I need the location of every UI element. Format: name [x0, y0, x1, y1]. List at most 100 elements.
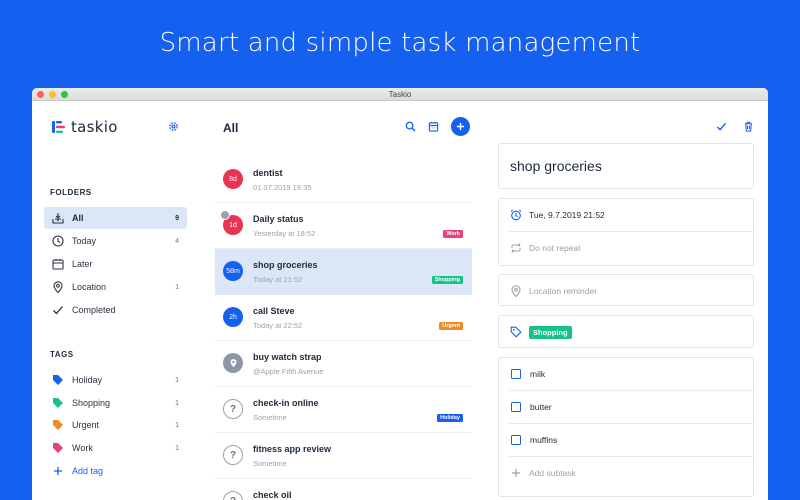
task-title-card[interactable]: shop groceries	[498, 143, 754, 189]
plus-icon	[456, 122, 465, 131]
task-row[interactable]: buy watch strap @Apple Fifth Avenue	[215, 341, 472, 387]
logo-icon	[52, 121, 65, 133]
task-row[interactable]: ? fitness app review Sometime	[215, 433, 472, 479]
minimize-window-button[interactable]	[49, 91, 56, 98]
task-subtitle: 01.07.2019 19:35	[253, 183, 312, 192]
folder-label: All	[72, 213, 84, 223]
alarm-clock-icon	[509, 208, 523, 222]
task-tag: Shopping	[431, 276, 463, 284]
task-subtitle: Sometime	[253, 413, 287, 422]
task-tag: Work	[443, 230, 463, 238]
task-title-field[interactable]: shop groceries	[499, 144, 753, 188]
calendar-icon	[51, 257, 65, 271]
trash-icon[interactable]	[743, 121, 754, 132]
task-title: fitness app review	[253, 444, 332, 454]
subtask-item[interactable]: muffins	[499, 424, 753, 456]
tag-chip[interactable]: Shopping	[529, 325, 572, 339]
settings-gear-icon[interactable]	[168, 121, 179, 132]
tag-label: Urgent	[72, 420, 100, 430]
folder-today[interactable]: Today 4	[44, 230, 187, 252]
location-reminder-text: Location reminder	[529, 286, 598, 296]
tag-count: 1	[175, 376, 179, 384]
subtask-checkbox[interactable]	[511, 435, 521, 445]
task-tag: Holiday	[437, 414, 463, 422]
task-subtitle: Yesterday at 18:52	[253, 229, 316, 238]
tags-heading: TAGS	[50, 350, 74, 359]
plus-icon	[51, 464, 65, 478]
app-logo: taskio	[52, 118, 118, 136]
plus-icon	[509, 466, 523, 480]
subtask-checkbox[interactable]	[511, 402, 521, 412]
folder-completed[interactable]: Completed	[44, 299, 187, 321]
task-title: dentist	[253, 168, 283, 178]
tag-shopping[interactable]: Shopping 1	[44, 392, 187, 414]
tag-count: 1	[175, 444, 179, 452]
someday-badge: ?	[223, 491, 243, 500]
folder-all[interactable]: All 9	[44, 207, 187, 229]
task-title: Daily status	[253, 214, 304, 224]
clock-icon	[51, 234, 65, 248]
folder-label: Today	[72, 236, 97, 246]
task-detail-pane: shop groceries Tue, 9.7.2019 21:52 Do no…	[498, 101, 754, 500]
close-window-button[interactable]	[37, 91, 44, 98]
tag-work[interactable]: Work 1	[44, 437, 187, 459]
folder-label: Later	[72, 259, 93, 269]
task-row[interactable]: 2h call Steve Today at 22:52 Urgent	[215, 295, 472, 341]
location-badge	[223, 353, 243, 373]
task-row[interactable]: ? check oil	[215, 479, 472, 500]
calendar-icon[interactable]	[428, 121, 439, 132]
folder-location[interactable]: Location 1	[44, 276, 187, 298]
subtask-item[interactable]: butter	[499, 391, 753, 423]
window-title: Taskio	[388, 90, 412, 99]
task-row-selected[interactable]: 58m shop groceries Today at 21:52 Shoppi…	[215, 249, 472, 295]
task-tag: Urgent	[439, 322, 463, 330]
due-badge: 58m	[223, 261, 243, 281]
task-subtitle: @Apple Fifth Avenue	[253, 367, 324, 376]
tag-icon	[51, 441, 65, 455]
folder-count: 9	[175, 214, 179, 222]
search-icon[interactable]	[405, 121, 416, 132]
task-title: shop groceries	[253, 260, 318, 270]
folder-label: Completed	[72, 305, 116, 315]
folder-count: 4	[175, 237, 179, 245]
add-tag-label: Add tag	[72, 466, 104, 476]
due-date-row[interactable]: Tue, 9.7.2019 21:52	[499, 199, 753, 231]
task-row[interactable]: ? check-in online Sometime Holiday	[215, 387, 472, 433]
add-tag-button[interactable]: Add tag	[44, 460, 187, 482]
someday-badge: ?	[223, 399, 243, 419]
tag-card[interactable]: Shopping	[498, 315, 754, 348]
task-subtitle: Sometime	[253, 459, 287, 468]
tag-urgent[interactable]: Urgent 1	[44, 414, 187, 436]
tag-count: 1	[175, 399, 179, 407]
subtask-item[interactable]: milk	[499, 358, 753, 390]
location-card[interactable]: Location reminder	[498, 274, 754, 306]
subtask-checkbox[interactable]	[511, 369, 521, 379]
title-bar: Taskio	[32, 88, 768, 101]
reminder-card: Tue, 9.7.2019 21:52 Do not repeat	[498, 198, 754, 266]
folder-later[interactable]: Later	[44, 253, 187, 275]
task-subtitle: Today at 22:52	[253, 321, 303, 330]
location-pin-icon	[230, 359, 236, 368]
due-badge: 2h	[223, 307, 243, 327]
add-subtask-button[interactable]: Add subtask	[499, 457, 753, 489]
add-task-button[interactable]	[451, 117, 470, 136]
tag-holiday[interactable]: Holiday 1	[44, 369, 187, 391]
zoom-window-button[interactable]	[61, 91, 68, 98]
subtask-label: muffins	[530, 435, 558, 445]
tag-label: Shopping	[72, 398, 111, 408]
task-row[interactable]: 8d dentist 01.07.2019 19:35	[215, 157, 472, 203]
task-title: call Steve	[253, 306, 295, 316]
repeat-text: Do not repeat	[529, 243, 581, 253]
tag-count: 1	[175, 421, 179, 429]
hero-headline: Smart and simple task management	[159, 28, 641, 58]
due-date-text: Tue, 9.7.2019 21:52	[529, 210, 605, 220]
app-window: Taskio taskio FOLDERS All 9 Today 4 Late…	[32, 88, 768, 500]
folder-label: Location	[72, 282, 107, 292]
complete-check-icon[interactable]	[716, 121, 727, 132]
repeat-icon	[509, 241, 523, 255]
location-pin-icon	[51, 280, 65, 294]
repeat-row[interactable]: Do not repeat	[499, 232, 753, 264]
task-title: buy watch strap	[253, 352, 322, 362]
checkmark-icon	[51, 303, 65, 317]
task-row[interactable]: 1d Daily status Yesterday at 18:52 Work	[215, 203, 472, 249]
